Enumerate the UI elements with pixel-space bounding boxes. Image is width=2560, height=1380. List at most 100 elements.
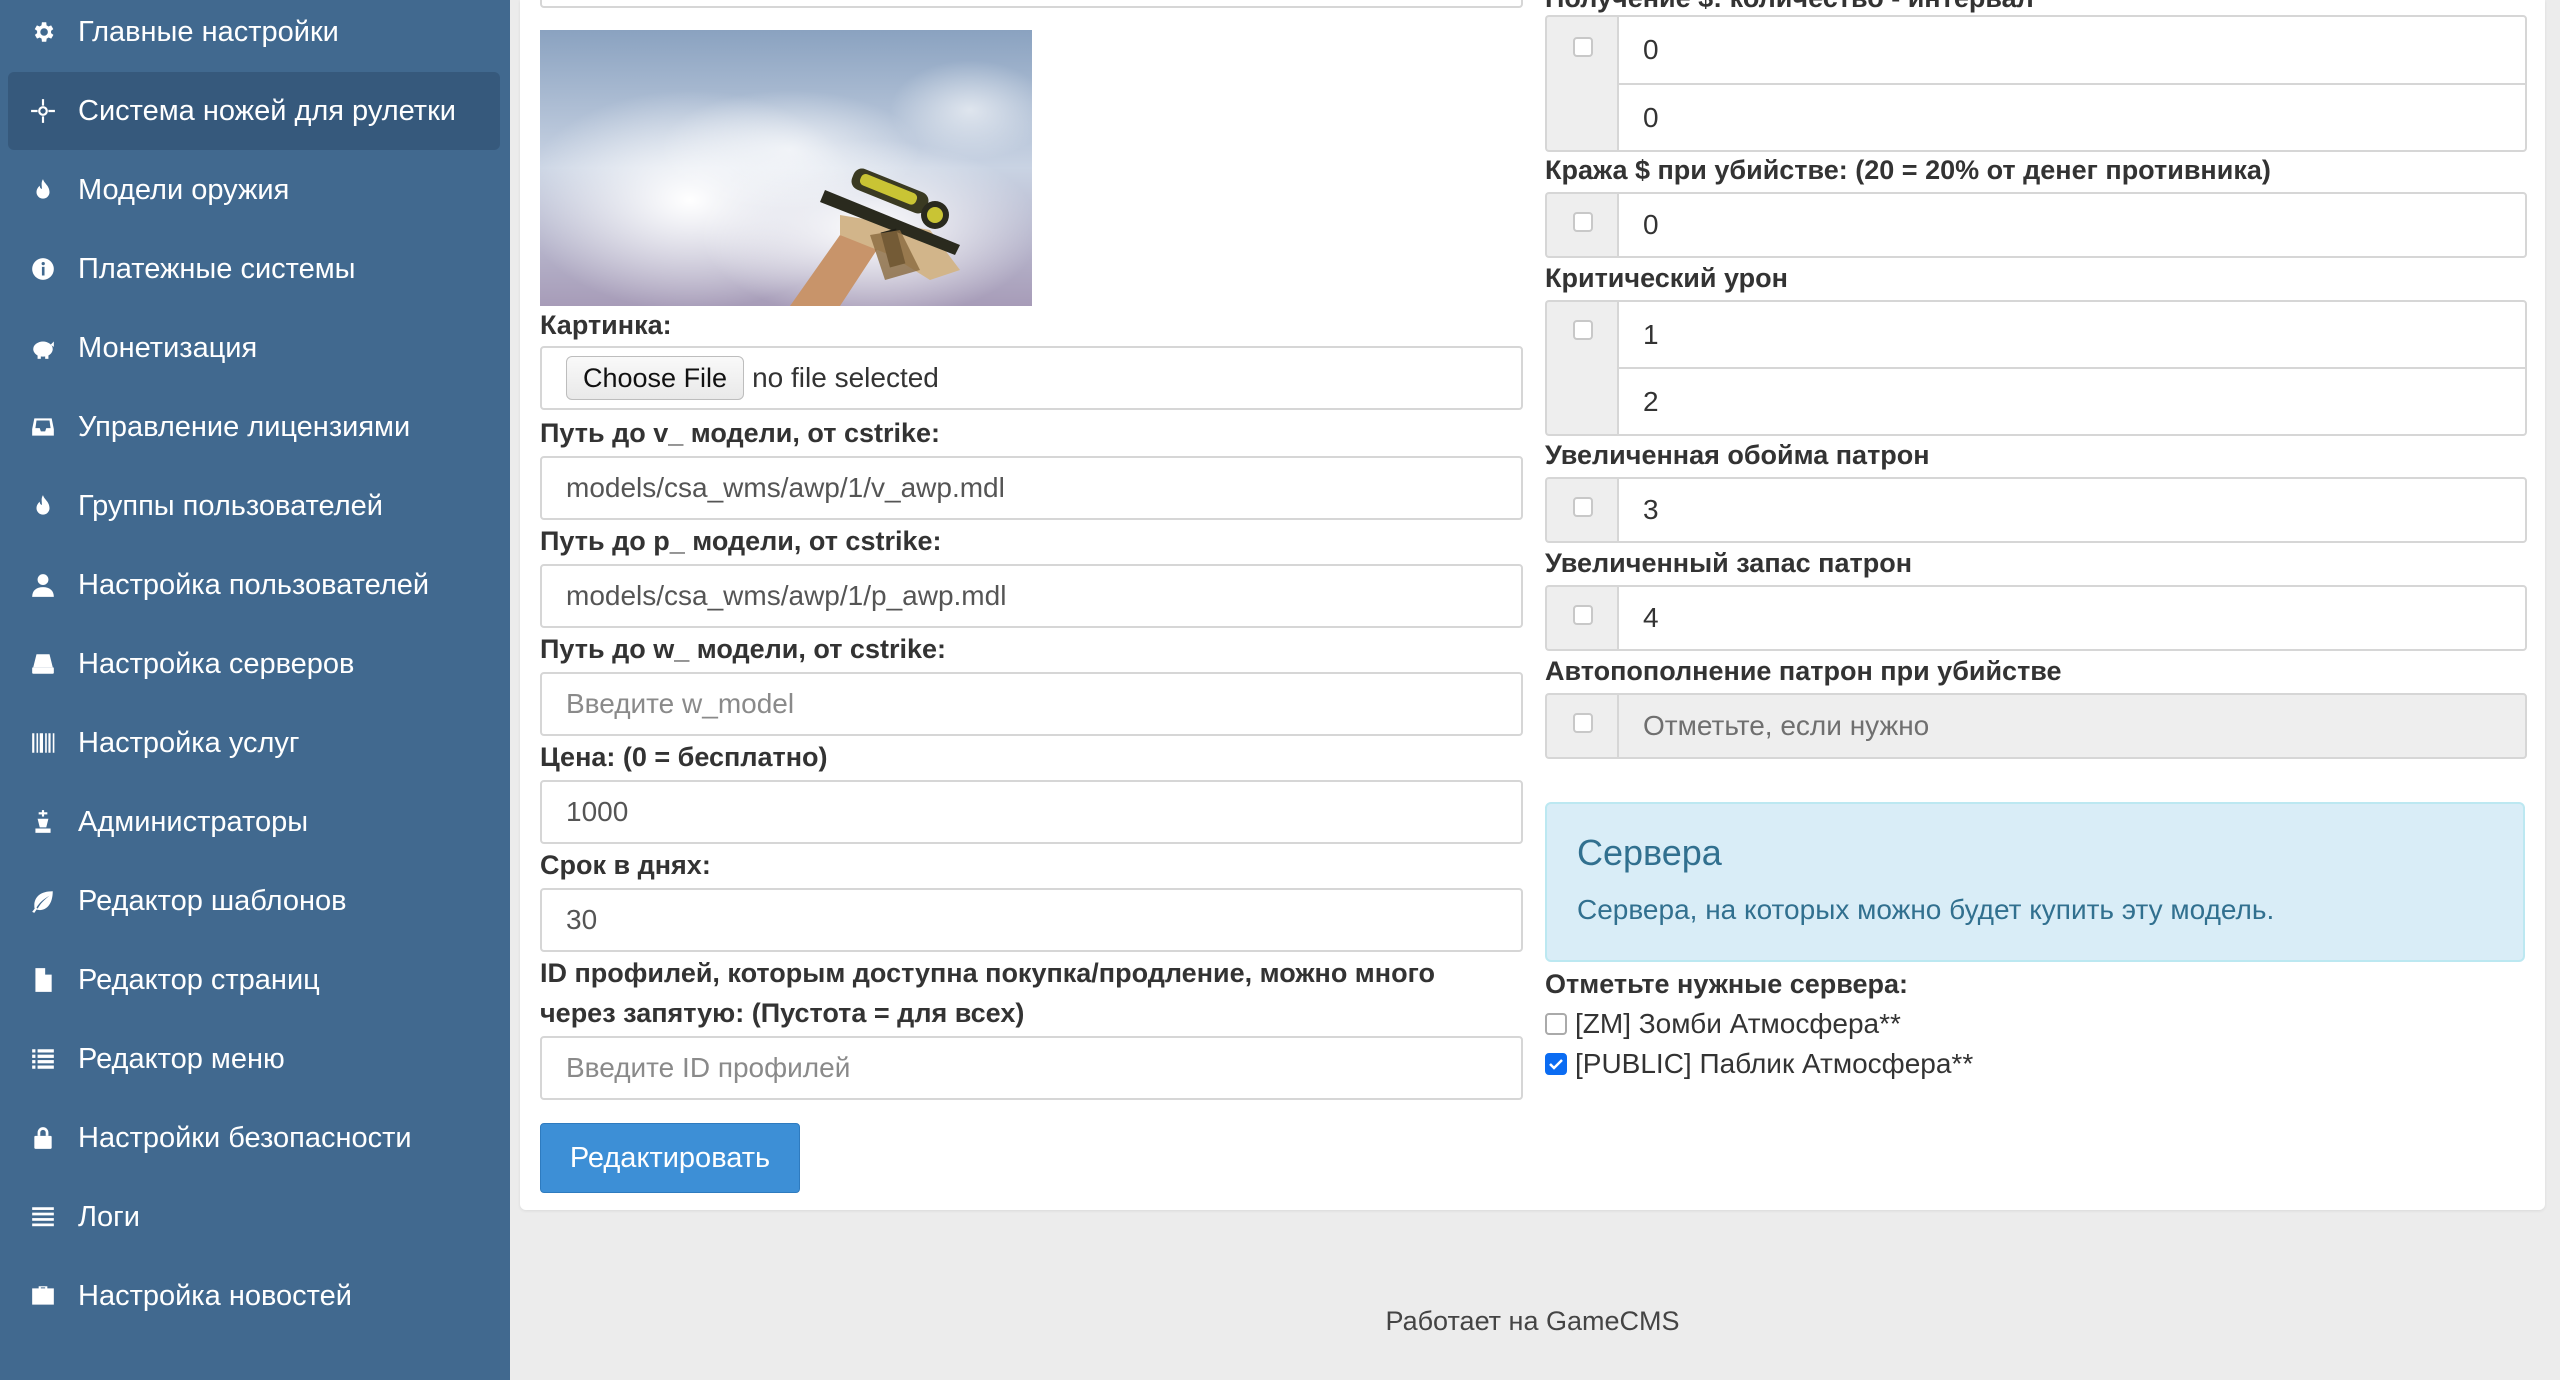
servers-title: Сервера: [1577, 832, 1722, 873]
chess-king-icon: [30, 809, 56, 835]
steal-checkbox[interactable]: [1573, 212, 1593, 232]
ammo-input[interactable]: 4: [1617, 585, 2527, 651]
lock-icon: [30, 1125, 56, 1151]
autorefill-label: Автопополнение патрон при убийстве: [1545, 656, 2062, 686]
v-model-label: Путь до v_ модели, от cstrike:: [540, 418, 941, 448]
fire-icon: [30, 177, 56, 203]
sidebar-item-label: Редактор меню: [78, 1042, 285, 1075]
price-input[interactable]: 1000: [540, 780, 1523, 844]
sidebar-item-label: Логи: [78, 1200, 140, 1233]
w-model-label: Путь до w_ модели, от cstrike:: [540, 634, 946, 664]
sidebar-item-label: Группы пользователей: [78, 489, 383, 522]
sidebar-item-label: Редактор шаблонов: [78, 884, 347, 917]
clip-checkbox-cell: [1545, 477, 1619, 543]
leaf-icon: [30, 888, 56, 914]
money-interval-input[interactable]: 0: [1617, 83, 2527, 152]
crit-input-2[interactable]: 2: [1617, 367, 2527, 436]
w-model-input[interactable]: Введите w_model: [540, 672, 1523, 736]
server-checkbox[interactable]: [1545, 1053, 1567, 1075]
server-option[interactable]: [ZM] Зомби Атмосфера**: [1545, 1008, 1901, 1040]
servers-description: Сервера, на которых можно будет купить э…: [1577, 894, 2275, 925]
sidebar-item-label: Настройка новостей: [78, 1279, 352, 1312]
hdd-icon: [30, 651, 56, 677]
sidebar-item-main-settings[interactable]: Главные настройки: [8, 0, 500, 71]
ammo-label: Увеличенный запас патрон: [1545, 548, 1913, 578]
sidebar-item-label: Система ножей для рулетки: [78, 94, 456, 127]
days-input[interactable]: 30: [540, 888, 1523, 952]
profiles-label-line1: ID профилей, которым доступна покупка/пр…: [540, 958, 1435, 988]
steal-label: Кража $ при убийстве: (20 = 20% от денег…: [1545, 155, 2271, 185]
sidebar-item-administrators[interactable]: Администраторы: [8, 783, 500, 861]
sidebar-item-server-settings[interactable]: Настройка серверов: [8, 625, 500, 703]
sidebar-item-label: Настройка пользователей: [78, 568, 430, 601]
barcode-icon: [30, 730, 56, 756]
sidebar-item-label: Платежные системы: [78, 252, 356, 285]
crit-checkbox[interactable]: [1573, 320, 1593, 340]
steal-input[interactable]: 0: [1617, 192, 2527, 258]
gear-icon: [30, 19, 56, 45]
choose-file-button[interactable]: Choose File: [566, 356, 745, 400]
crit-label: Критический урон: [1545, 263, 1788, 293]
sidebar-item-logs[interactable]: Логи: [8, 1178, 500, 1256]
crosshair-icon: [30, 98, 56, 124]
ammo-checkbox-cell: [1545, 585, 1619, 651]
autorefill-checkbox[interactable]: [1573, 713, 1593, 733]
autorefill-checkbox-cell: [1545, 693, 1619, 759]
server-name: [PUBLIC] Паблик Атмосфера**: [1575, 1048, 1974, 1079]
sidebar-item-user-groups[interactable]: Группы пользователей: [8, 467, 500, 545]
days-label: Срок в днях:: [540, 850, 711, 880]
sidebar-item-weapon-models[interactable]: Модели оружия: [8, 151, 500, 229]
sidebar-item-label: Монетизация: [78, 331, 258, 364]
server-name: [ZM] Зомби Атмосфера**: [1575, 1008, 1901, 1039]
server-checkbox[interactable]: [1545, 1013, 1567, 1035]
clip-checkbox[interactable]: [1573, 497, 1593, 517]
align-justify-icon: [30, 1204, 56, 1230]
checkmark-icon: [1549, 1059, 1563, 1070]
sidebar-item-label: Главные настройки: [78, 15, 339, 48]
clip-input[interactable]: 3: [1617, 477, 2527, 543]
sidebar-item-label: Настройки безопасности: [78, 1121, 412, 1154]
sidebar-item-service-settings[interactable]: Настройка услуг: [8, 704, 500, 782]
image-label: Картинка:: [540, 310, 672, 340]
inbox-icon: [30, 414, 56, 440]
p-model-label: Путь до p_ модели, от cstrike:: [540, 526, 942, 556]
list-icon: [30, 1046, 56, 1072]
sidebar-item-monetization[interactable]: Монетизация: [8, 309, 500, 387]
money-label: Получение $: количество - интервал: [1545, 0, 2034, 14]
sidebar-item-news-settings[interactable]: Настройка новостей: [8, 1257, 500, 1335]
weapon-preview-image: [540, 30, 1032, 306]
money-amount-input[interactable]: 0: [1617, 15, 2527, 85]
fire-icon: [30, 493, 56, 519]
sidebar-item-template-editor[interactable]: Редактор шаблонов: [8, 862, 500, 940]
piggy-bank-icon: [30, 335, 56, 361]
servers-info-box: Сервера Сервера, на которых можно будет …: [1545, 802, 2525, 962]
sidebar-item-user-settings[interactable]: Настройка пользователей: [8, 546, 500, 624]
profiles-label-line2: через запятую: (Пустота = для всех): [540, 998, 1025, 1028]
v-model-input[interactable]: models/csa_wms/awp/1/v_awp.mdl: [540, 456, 1523, 520]
clip-label: Увеличенная обойма патрон: [1545, 440, 1930, 470]
server-option[interactable]: [PUBLIC] Паблик Атмосфера**: [1545, 1048, 1973, 1080]
sidebar-item-licenses[interactable]: Управление лицензиями: [8, 388, 500, 466]
sidebar-item-label: Управление лицензиями: [78, 410, 411, 443]
profiles-input[interactable]: Введите ID профилей: [540, 1036, 1523, 1100]
crit-input-1[interactable]: 1: [1617, 300, 2527, 369]
sidebar-item-knife-system[interactable]: Система ножей для рулетки: [8, 72, 500, 150]
ammo-checkbox[interactable]: [1573, 605, 1593, 625]
file-status: no file selected: [752, 362, 939, 393]
previous-input[interactable]: [540, 0, 1523, 8]
sidebar: Главные настройки Система ножей для руле…: [0, 0, 510, 1380]
sidebar-item-label: Администраторы: [78, 805, 309, 838]
sidebar-item-security-settings[interactable]: Настройки безопасности: [8, 1099, 500, 1177]
sidebar-item-payment-systems[interactable]: Платежные системы: [8, 230, 500, 308]
steal-checkbox-cell: [1545, 192, 1619, 258]
sidebar-item-label: Редактор страниц: [78, 963, 320, 996]
p-model-input[interactable]: models/csa_wms/awp/1/p_awp.mdl: [540, 564, 1523, 628]
image-file-input[interactable]: Choose File no file selected: [540, 346, 1523, 410]
info-icon: [30, 256, 56, 282]
money-checkbox[interactable]: [1573, 37, 1593, 57]
autorefill-input[interactable]: Отметьте, если нужно: [1617, 693, 2527, 759]
sidebar-item-page-editor[interactable]: Редактор страниц: [8, 941, 500, 1019]
sidebar-item-menu-editor[interactable]: Редактор меню: [8, 1020, 500, 1098]
edit-submit-button[interactable]: Редактировать: [540, 1123, 800, 1193]
sidebar-item-label: Настройка серверов: [78, 647, 355, 680]
